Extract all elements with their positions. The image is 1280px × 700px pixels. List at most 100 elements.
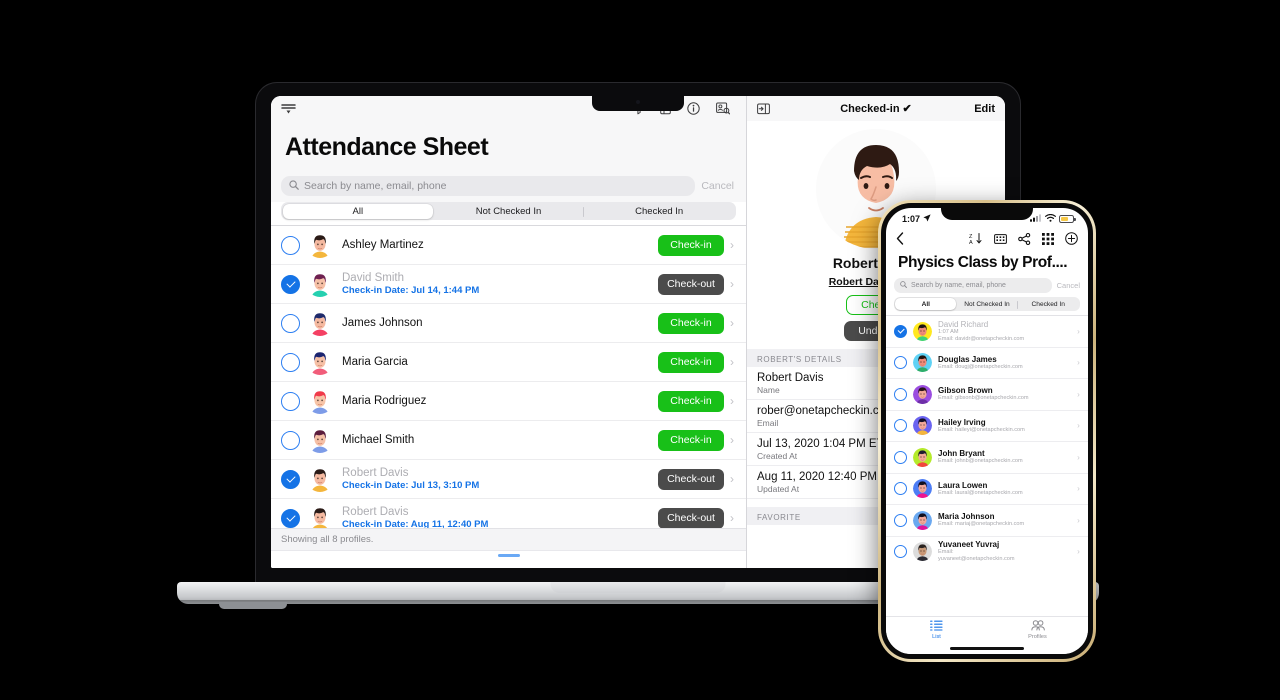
chevron-right-icon[interactable]: › <box>1073 358 1084 367</box>
chevron-right-icon[interactable]: › <box>724 472 740 486</box>
row-checkbox[interactable] <box>281 274 300 294</box>
chevron-right-icon[interactable]: › <box>1073 547 1084 556</box>
chevron-right-icon[interactable]: › <box>724 433 740 447</box>
list-item[interactable]: John Bryant Email: johnb@onetapcheckin.c… <box>886 441 1088 473</box>
list-item-checkbox[interactable] <box>894 450 907 464</box>
collapse-sidebar-icon[interactable] <box>757 103 770 115</box>
list-item[interactable]: Yuvaneet Yuvraj Email: yuvaneet@onetapch… <box>886 535 1088 568</box>
list-item-email: Email: haileyi@onetapcheckin.com <box>938 426 1025 433</box>
chevron-right-icon[interactable]: › <box>1073 390 1084 399</box>
contacts-search-icon[interactable] <box>716 102 730 115</box>
row-name: David Smith <box>342 272 404 284</box>
avatar <box>913 384 932 404</box>
list-item-checkbox[interactable] <box>894 513 907 527</box>
segment-all[interactable]: All <box>282 203 434 219</box>
search-cancel-button[interactable]: Cancel <box>701 180 736 192</box>
row-action-button[interactable]: Check-in <box>658 351 724 373</box>
tab-label: Profiles <box>1028 634 1047 640</box>
row-action-button[interactable]: Check-in <box>658 429 724 451</box>
iphone-segment-all[interactable]: All <box>895 298 957 310</box>
chevron-right-icon[interactable]: › <box>1073 484 1084 493</box>
table-row[interactable]: Robert Davis Check-in Date: Aug 11, 12:4… <box>271 498 746 528</box>
table-row[interactable]: Michael Smith Check-in › <box>271 420 746 459</box>
row-checkbox[interactable] <box>281 235 300 255</box>
chevron-right-icon[interactable]: › <box>724 511 740 525</box>
iphone-profile-list[interactable]: David Richard 1:07 AM Email: davidr@onet… <box>886 315 1088 616</box>
row-checkbox[interactable] <box>281 508 300 528</box>
chevron-right-icon[interactable]: › <box>724 355 740 369</box>
list-item[interactable]: David Richard 1:07 AM Email: davidr@onet… <box>886 315 1088 347</box>
row-action-button[interactable]: Check-in <box>658 234 724 256</box>
sort-za-icon[interactable]: ZA <box>969 232 983 250</box>
list-item-checkbox[interactable] <box>894 482 907 496</box>
row-checkbox[interactable] <box>281 352 300 372</box>
list-item-checkbox[interactable] <box>894 545 907 559</box>
list-item-checkbox[interactable] <box>894 419 907 433</box>
page-title: Attendance Sheet <box>285 133 489 161</box>
row-action-button[interactable]: Check-in <box>658 390 724 412</box>
table-row[interactable]: Maria Garcia Check-in › <box>271 342 746 381</box>
table-row[interactable]: James Johnson Check-in › <box>271 303 746 342</box>
row-action-button[interactable]: Check-out <box>658 507 724 528</box>
tab-list[interactable]: List <box>886 617 987 643</box>
list-item-time: 1:07 AM <box>938 328 959 335</box>
back-chevron-icon[interactable] <box>896 232 904 250</box>
list-item-checkbox[interactable] <box>894 356 907 370</box>
list-item[interactable]: Douglas James Email: dougj@onetapcheckin… <box>886 346 1088 379</box>
row-name: Ashley Martinez <box>342 239 424 251</box>
list-item[interactable]: Laura Lowen Email: laural@onetapcheckin.… <box>886 472 1088 505</box>
iphone-search-input[interactable]: Search by name, email, phone <box>894 278 1052 293</box>
row-action-button[interactable]: Check-in <box>658 312 724 334</box>
list-item[interactable]: Hailey Irving Email: haileyi@onetapcheck… <box>886 409 1088 442</box>
keypad-icon[interactable] <box>994 232 1007 250</box>
iphone-segment-checked-in[interactable]: Checked In <box>1018 298 1079 310</box>
share-icon[interactable] <box>1018 232 1031 250</box>
list-item[interactable]: Maria Johnson Email: mariaj@onetapchecki… <box>886 504 1088 536</box>
iphone-filter-segmented-control[interactable]: All Not Checked In Checked In <box>894 297 1080 311</box>
table-row[interactable]: Robert Davis Check-in Date: Jul 13, 3:10… <box>271 459 746 498</box>
list-item-checkbox[interactable] <box>894 387 907 401</box>
list-footer-note: Showing all 8 profiles. <box>271 528 746 550</box>
edit-button[interactable]: Edit <box>974 103 995 115</box>
search-input[interactable]: Search by name, email, phone <box>281 176 696 196</box>
grid-icon[interactable] <box>1042 232 1054 250</box>
status-time: 1:07 <box>902 214 921 224</box>
table-row[interactable]: David Smith Check-in Date: Jul 14, 1:44 … <box>271 264 746 303</box>
profiles-icon <box>1030 620 1045 633</box>
table-row[interactable]: Maria Rodriguez Check-in › <box>271 381 746 420</box>
row-checkbox[interactable] <box>281 391 300 411</box>
iphone-search-row: Search by name, email, phone Cancel <box>886 278 1088 297</box>
row-checkbox[interactable] <box>281 313 300 333</box>
chevron-right-icon[interactable]: › <box>724 394 740 408</box>
sidebar-toggle-icon[interactable] <box>281 103 296 115</box>
row-checkbox[interactable] <box>281 430 300 450</box>
list-item-name: Maria Johnson <box>938 512 995 522</box>
list-item-name: Hailey Irving <box>938 417 986 427</box>
chevron-right-icon[interactable]: › <box>724 316 740 330</box>
row-checkbox[interactable] <box>281 469 300 489</box>
chevron-right-icon[interactable]: › <box>1073 516 1084 525</box>
chevron-right-icon[interactable]: › <box>1073 421 1084 430</box>
segment-not-checked-in[interactable]: Not Checked In <box>433 204 584 219</box>
plus-circle-icon[interactable] <box>1065 232 1078 250</box>
list-item[interactable]: Gibson Brown Email: gibsonb@onetapchecki… <box>886 378 1088 410</box>
tab-profiles[interactable]: Profiles <box>987 617 1088 643</box>
list-item-checkbox[interactable] <box>894 324 907 338</box>
iphone-segment-not-checked-in[interactable]: Not Checked In <box>956 298 1017 310</box>
info-icon[interactable] <box>687 102 700 115</box>
avatar <box>307 349 333 375</box>
table-row[interactable]: Ashley Martinez Check-in › <box>271 225 746 264</box>
filter-segmented-control[interactable]: All Not Checked In Checked In <box>281 202 736 220</box>
chevron-right-icon[interactable]: › <box>1073 453 1084 462</box>
chevron-right-icon[interactable]: › <box>724 277 740 291</box>
chevron-right-icon[interactable]: › <box>1073 327 1084 336</box>
row-action-button[interactable]: Check-out <box>658 468 724 490</box>
page-title-block: Attendance Sheet <box>271 121 746 172</box>
iphone-tab-bar[interactable]: List Profiles <box>886 616 1088 643</box>
row-action-button[interactable]: Check-out <box>658 273 724 295</box>
iphone-search-cancel-button[interactable]: Cancel <box>1057 281 1080 290</box>
chevron-right-icon[interactable]: › <box>724 238 740 252</box>
segment-checked-in[interactable]: Checked In <box>584 204 735 219</box>
iphone-device: 1:07 Z A Physics Class by Prof.... Searc… <box>878 200 1096 662</box>
attendance-list[interactable]: Ashley Martinez Check-in › David Smith C… <box>271 225 746 528</box>
